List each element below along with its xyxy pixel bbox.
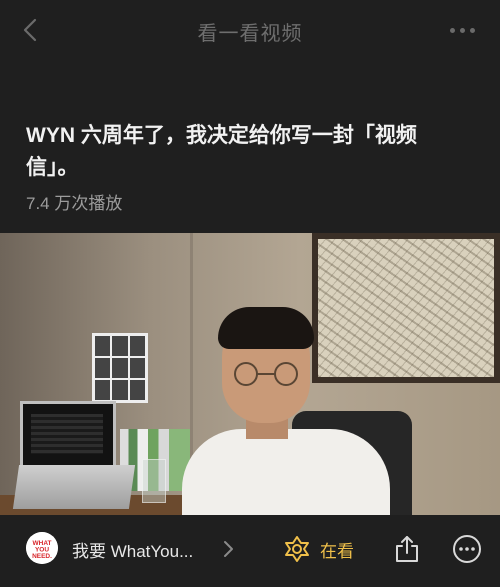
account-name[interactable]: 我要 WhatYou... — [72, 537, 193, 562]
top-bar: 看一看视频 — [0, 0, 500, 62]
back-button[interactable] — [16, 16, 44, 44]
glass — [142, 459, 166, 503]
chevron-right-icon[interactable] — [222, 539, 236, 559]
share-icon[interactable] — [394, 535, 420, 563]
watch-label[interactable]: 在看 — [320, 537, 354, 562]
svg-text:NEED.: NEED. — [32, 553, 52, 560]
wall-photos — [92, 333, 148, 403]
more-dots-icon[interactable] — [444, 16, 480, 44]
more-circle-icon[interactable] — [452, 534, 482, 564]
glasses — [234, 362, 298, 386]
bottom-bar: WHAT YOU NEED. 我要 WhatYou... 在看 — [0, 515, 500, 587]
person-shirt — [182, 429, 390, 515]
video-title: WYN 六周年了，我决定给你写一封「视频信」。 — [26, 124, 417, 179]
whatyouneed-logo: WHAT YOU NEED. — [26, 532, 58, 564]
video-player[interactable] — [0, 233, 500, 515]
wow-flower-icon[interactable] — [283, 535, 311, 563]
person-hair — [218, 307, 314, 349]
wall-map — [312, 233, 500, 383]
play-count: 7.4 万次播放 — [26, 194, 123, 213]
account-avatar[interactable]: WHAT YOU NEED. — [26, 532, 58, 564]
laptop — [20, 401, 116, 467]
chevron-left-icon — [23, 18, 37, 42]
page-title: 看一看视频 — [197, 22, 303, 45]
